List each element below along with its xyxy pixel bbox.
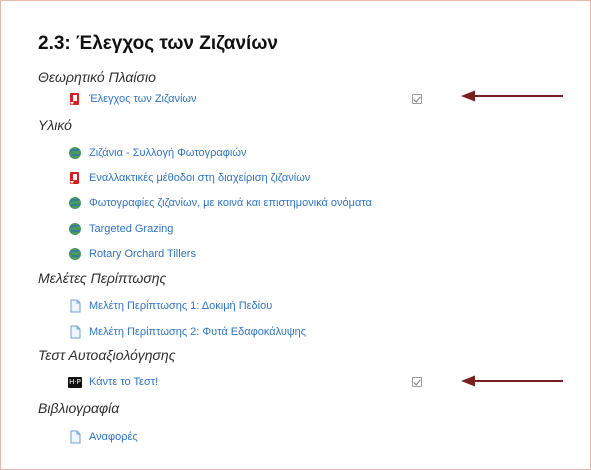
activity-row-references[interactable]: Αναφορές	[68, 428, 138, 446]
activity-row-alternative-methods-pdf[interactable]: Εναλλακτικές μέθοδοι στη διαχείριση ζιζα…	[68, 169, 310, 187]
activity-row-targeted-grazing[interactable]: Targeted Grazing	[68, 220, 173, 238]
activity-link-quiz[interactable]: Κάντε το Τεστ!	[89, 376, 158, 388]
page-icon	[68, 430, 82, 444]
completion-checkbox-quiz[interactable]	[412, 377, 422, 387]
completion-checkbox-theory[interactable]	[412, 94, 422, 104]
activity-row-rotary-orchard-tillers[interactable]: Rotary Orchard Tillers	[68, 245, 196, 263]
activity-row-case-study-1[interactable]: Μελέτη Περίπτωσης 1: Δοκιμή Πεδίου	[68, 297, 272, 315]
activity-row-theory-pdf[interactable]: Έλεγχος των Ζιζανίων	[68, 90, 197, 108]
pdf-file-icon	[68, 171, 82, 185]
h5p-icon-text: H·P	[68, 376, 82, 388]
activity-link-weeds-photos-names[interactable]: Φωτογραφίες ζιζανίων, με κοινά και επιστ…	[89, 197, 372, 209]
pdf-file-icon	[68, 92, 82, 106]
activity-link-weeds-photo-collection[interactable]: Ζιζάνια - Συλλογή Φωτογραφιών	[89, 147, 246, 159]
group-label-materials: Υλικό	[38, 117, 72, 133]
group-label-self-assessment: Τεστ Αυτοαξιολόγησης	[38, 347, 176, 363]
activity-row-weeds-photo-collection[interactable]: Ζιζάνια - Συλλογή Φωτογραφιών	[68, 144, 246, 162]
globe-link-icon	[68, 196, 82, 210]
activity-link-targeted-grazing[interactable]: Targeted Grazing	[89, 223, 173, 235]
page-icon	[68, 299, 82, 313]
globe-link-icon	[68, 222, 82, 236]
group-label-case-studies: Μελέτες Περίπτωσης	[38, 270, 167, 286]
activity-row-case-study-2[interactable]: Μελέτη Περίπτωσης 2: Φυτά Εδαφοκάλυψης	[68, 323, 306, 341]
h5p-icon: H·P	[68, 375, 82, 389]
activity-link-alternative-methods-pdf[interactable]: Εναλλακτικές μέθοδοι στη διαχείριση ζιζα…	[89, 172, 310, 184]
globe-link-icon	[68, 146, 82, 160]
annotation-arrow-quiz	[461, 375, 563, 387]
section-title: 2.3: Έλεγχος των Ζιζανίων	[38, 33, 278, 54]
page-icon	[68, 325, 82, 339]
globe-link-icon	[68, 247, 82, 261]
activity-link-case-study-2[interactable]: Μελέτη Περίπτωσης 2: Φυτά Εδαφοκάλυψης	[89, 326, 306, 338]
course-section-panel: 2.3: Έλεγχος των Ζιζανίων Θεωρητικό Πλαί…	[0, 0, 591, 470]
activity-link-references[interactable]: Αναφορές	[89, 431, 138, 443]
activity-link-theory-pdf[interactable]: Έλεγχος των Ζιζανίων	[89, 93, 197, 105]
activity-row-quiz[interactable]: H·P Κάντε το Τεστ!	[68, 373, 158, 391]
group-label-bibliography: Βιβλιογραφία	[38, 400, 120, 416]
activity-row-weeds-photos-names[interactable]: Φωτογραφίες ζιζανίων, με κοινά και επιστ…	[68, 194, 372, 212]
activity-link-case-study-1[interactable]: Μελέτη Περίπτωσης 1: Δοκιμή Πεδίου	[89, 300, 272, 312]
activity-link-rotary-orchard-tillers[interactable]: Rotary Orchard Tillers	[89, 248, 196, 260]
annotation-arrow-theory	[461, 90, 563, 102]
group-label-theory: Θεωρητικό Πλαίσιο	[38, 69, 156, 85]
